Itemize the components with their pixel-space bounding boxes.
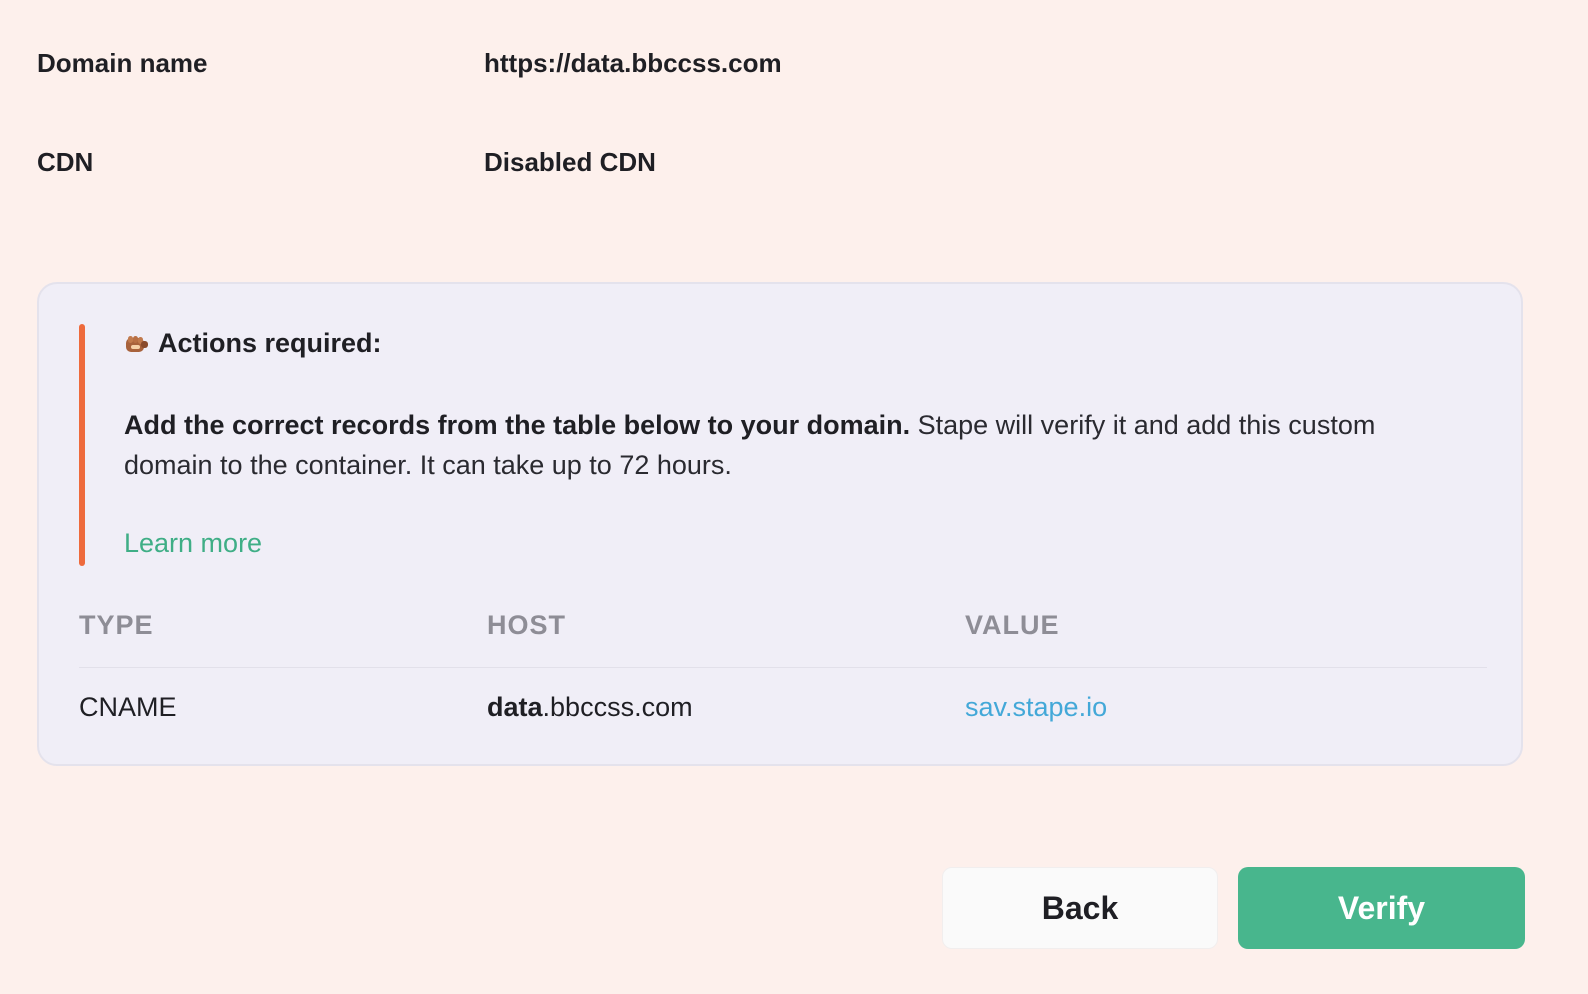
dns-records-table: TYPE HOST VALUE CNAME data.bbccss.com sa… <box>79 606 1487 748</box>
notice-accent-bar <box>79 324 85 566</box>
domain-name-value: https://data.bbccss.com <box>484 48 782 78</box>
cdn-value: Disabled CDN <box>484 147 656 177</box>
notice-title: Actions required: <box>124 328 382 359</box>
column-header-host: HOST <box>487 610 567 640</box>
record-host-subdomain: data <box>487 692 543 722</box>
record-host-domain: .bbccss.com <box>542 692 693 722</box>
record-value-cell[interactable]: sav.stape.io <box>965 692 1107 723</box>
back-button[interactable]: Back <box>942 867 1218 949</box>
record-type-cell: CNAME <box>79 692 177 722</box>
column-header-type: TYPE <box>79 610 154 640</box>
notice-description: Add the correct records from the table b… <box>124 405 1464 485</box>
verify-button[interactable]: Verify <box>1238 867 1525 949</box>
learn-more-link[interactable]: Learn more <box>124 528 262 559</box>
cdn-label: CDN <box>37 147 94 177</box>
actions-required-card: Actions required: Add the correct record… <box>37 282 1523 766</box>
domain-name-label: Domain name <box>37 48 208 78</box>
notice-title-text: Actions required: <box>158 328 382 358</box>
fist-bump-icon <box>124 333 150 355</box>
column-header-value: VALUE <box>965 610 1060 640</box>
record-host-cell: data.bbccss.com <box>487 692 693 723</box>
table-row: CNAME data.bbccss.com sav.stape.io <box>79 668 1487 748</box>
notice-description-bold: Add the correct records from the table b… <box>124 410 911 440</box>
table-header-row: TYPE HOST VALUE <box>79 606 1487 668</box>
